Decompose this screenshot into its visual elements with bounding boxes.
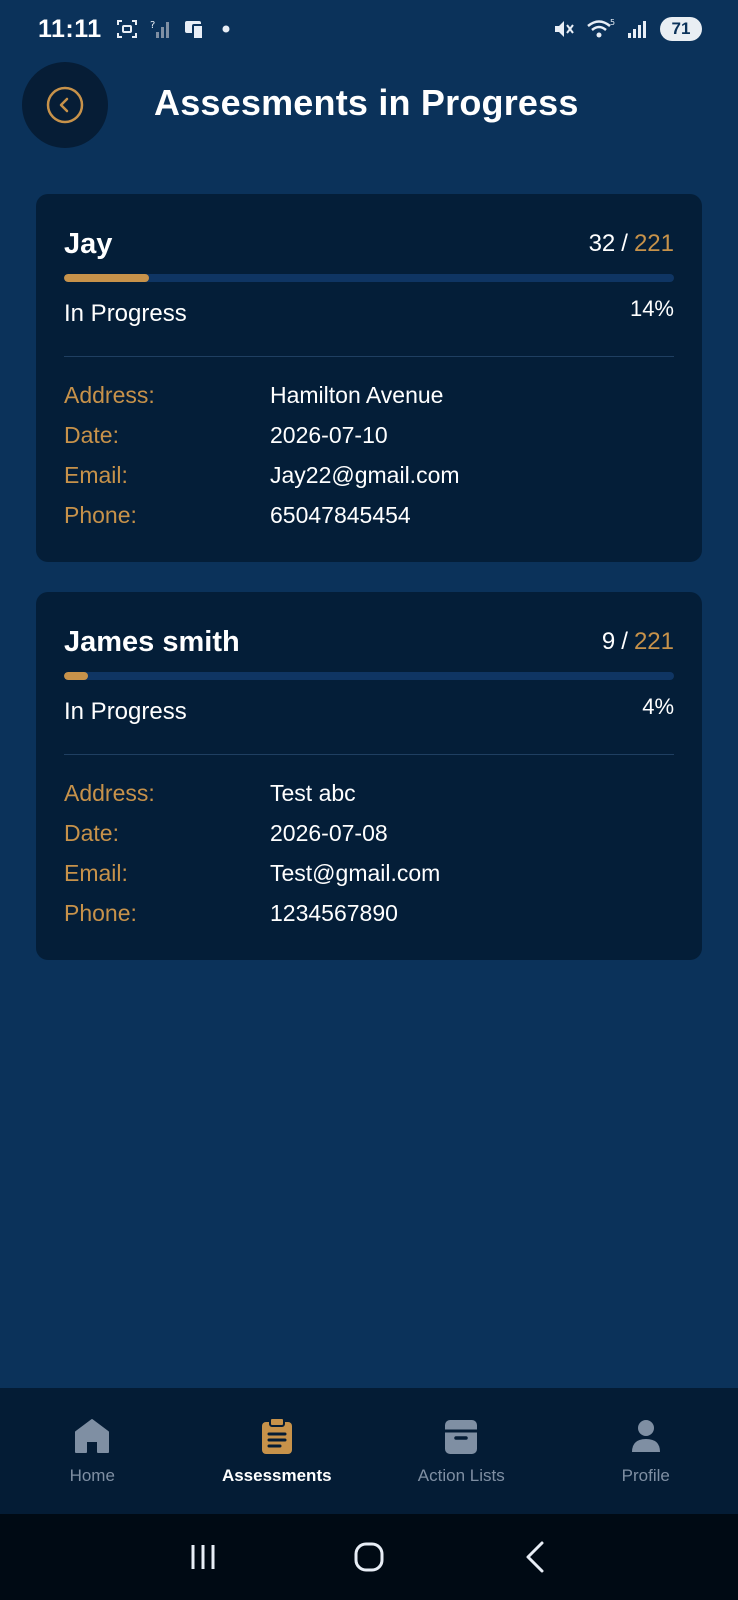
status-notification-icons: ? [116, 18, 230, 40]
no-signal-icon: ? [150, 20, 169, 38]
date-value: 2026-07-08 [270, 819, 388, 846]
assessment-card[interactable]: Jay 32/221 In Progress 14% Address: Hami… [36, 194, 702, 562]
progress-bar [64, 672, 674, 680]
nav-label-home: Home [69, 1466, 115, 1485]
nav-item-profile[interactable]: Profile [554, 1388, 738, 1514]
status-time: 11:11 [38, 14, 102, 43]
recent-apps-button[interactable] [173, 1532, 233, 1582]
address-label: Address: [64, 381, 155, 408]
person-icon [626, 1416, 666, 1456]
chevron-left-circle-icon [46, 86, 84, 124]
system-nav-bar [0, 1514, 738, 1600]
date-label: Date: [64, 421, 119, 448]
svg-text:?: ? [150, 20, 155, 31]
total-count: 221 [633, 628, 674, 655]
nav-item-assessments[interactable]: Assessments [185, 1388, 370, 1514]
card-header: Jay 32/221 [64, 226, 674, 262]
phone-label: Phone: [64, 501, 137, 528]
card-header: James smith 9/221 [64, 624, 674, 660]
email-value: Test@gmail.com [270, 859, 441, 886]
screenshot-icon [116, 20, 137, 38]
address-row: Address: Hamilton Avenue [64, 375, 674, 415]
info-list: Address: Hamilton Avenue Date: 2026-07-1… [64, 375, 674, 535]
address-value: Hamilton Avenue [270, 381, 444, 408]
divider [64, 356, 674, 357]
question-count: 9/221 [602, 628, 674, 656]
progress-bar [64, 274, 674, 282]
date-value: 2026-07-10 [270, 421, 388, 448]
info-list: Address: Test abc Date: 2026-07-08 Email… [64, 773, 674, 933]
phone-value: 65047845454 [270, 501, 411, 528]
status-text: In Progress [64, 698, 187, 725]
address-value: Test abc [270, 779, 356, 806]
notification-dot-icon [222, 25, 230, 33]
phone-value: 1234567890 [270, 899, 398, 926]
address-row: Address: Test abc [64, 773, 674, 813]
status-row: In Progress 4% [64, 694, 674, 734]
progress-fill [64, 274, 150, 282]
home-icon [72, 1416, 112, 1456]
date-row: Date: 2026-07-08 [64, 813, 674, 853]
recent-apps-icon [191, 1545, 215, 1569]
count-separator: / [621, 628, 628, 655]
nav-item-home[interactable]: Home [0, 1388, 185, 1514]
assessment-name: Jay [64, 227, 113, 260]
status-text: In Progress [64, 300, 187, 327]
assessment-name: James smith [64, 625, 240, 658]
status-left: 11:11 ? [38, 15, 230, 44]
mute-icon [555, 21, 574, 37]
nav-label-assessments: Assessments [221, 1466, 332, 1485]
phone-label: Phone: [64, 899, 137, 926]
nfc-icon [184, 21, 204, 40]
date-row: Date: 2026-07-10 [64, 415, 674, 455]
email-row: Email: Jay22@gmail.com [64, 455, 674, 495]
back-arrow-icon [526, 1541, 544, 1573]
home-circle-icon [354, 1542, 384, 1572]
nav-label-action-lists: Action Lists [417, 1466, 505, 1485]
phone-row: Phone: 1234567890 [64, 893, 674, 933]
divider [64, 754, 674, 755]
email-label: Email: [64, 859, 128, 886]
assessment-card[interactable]: James smith 9/221 In Progress 4% Address… [36, 592, 702, 960]
home-system-button[interactable] [339, 1532, 399, 1582]
total-count: 221 [633, 230, 674, 257]
email-row: Email: Test@gmail.com [64, 853, 674, 893]
completed-count: 9 [601, 628, 616, 655]
wifi-icon: 5 [587, 18, 615, 38]
email-label: Email: [64, 461, 128, 488]
question-count: 32/221 [589, 230, 674, 258]
signal-icon [628, 21, 646, 38]
back-button[interactable] [22, 62, 108, 148]
nav-label-profile: Profile [621, 1466, 670, 1485]
clipboard-icon [257, 1416, 297, 1456]
completed-count: 32 [588, 230, 616, 257]
bottom-nav: Home Assessments Action Lists Profile [0, 1388, 738, 1514]
battery-indicator: 71 [660, 17, 702, 41]
percent-text: 14% [629, 296, 674, 321]
email-value: Jay22@gmail.com [270, 461, 460, 488]
address-label: Address: [64, 779, 155, 806]
percent-text: 4% [642, 694, 674, 719]
archive-icon [441, 1416, 481, 1456]
status-row: In Progress 14% [64, 296, 674, 336]
phone-row: Phone: 65047845454 [64, 495, 674, 535]
page-title: Assesments in Progress [154, 82, 579, 123]
status-right: 5 71 [552, 17, 702, 41]
nav-item-action-lists[interactable]: Action Lists [369, 1388, 554, 1514]
back-system-button[interactable] [505, 1532, 565, 1582]
status-bar: 11:11 ? 5 71 [0, 0, 738, 58]
svg-text:5: 5 [610, 18, 615, 27]
progress-fill [64, 672, 89, 680]
date-label: Date: [64, 819, 119, 846]
count-separator: / [621, 230, 628, 257]
